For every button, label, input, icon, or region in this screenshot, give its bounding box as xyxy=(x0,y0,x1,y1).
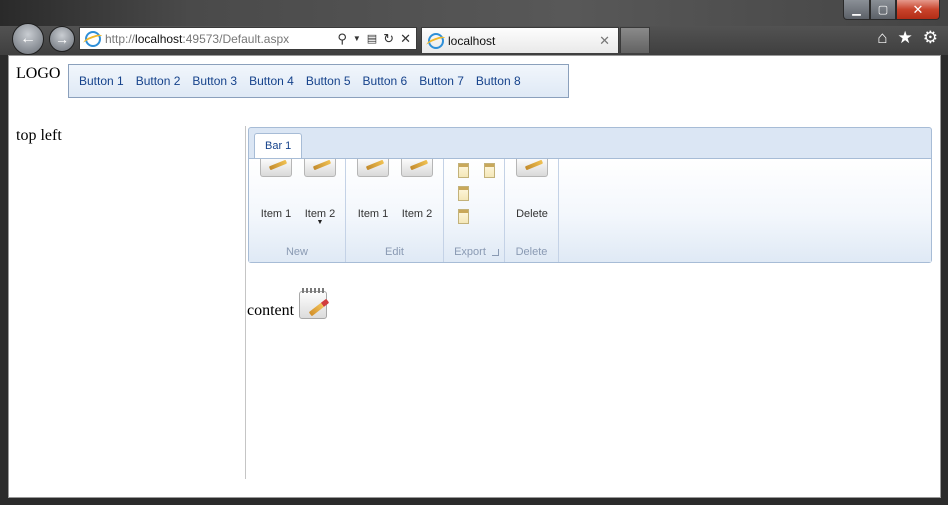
group-label-edit: Edit xyxy=(385,246,404,258)
ribbon-group-new: Item 1 Item 2 ▼ New xyxy=(249,159,346,262)
ribbon: Bar 1 Item 1 Item 2 ▼ New Item 1 Item 2 … xyxy=(248,127,932,263)
title-bar xyxy=(0,0,948,26)
group-label-delete: Delete xyxy=(515,246,548,258)
notepad-icon xyxy=(516,159,548,177)
back-arrow-icon: ← xyxy=(20,30,36,47)
back-button[interactable]: ← xyxy=(12,23,44,55)
forward-arrow-icon: → xyxy=(55,31,69,47)
browser-tab[interactable]: localhost ✕ xyxy=(421,27,619,53)
tab-close-icon[interactable]: ✕ xyxy=(599,33,618,49)
delete-button[interactable]: Delete xyxy=(510,159,554,220)
address-bar-buttons: ⚲ ▼ ▤ ↻ ✕ xyxy=(337,31,416,47)
content-area: content xyxy=(247,288,330,320)
browser-chrome: ▁ ▢ ✕ ← → http://localhost:49573/Default… xyxy=(0,0,948,55)
stop-icon[interactable]: ✕ xyxy=(400,31,411,47)
content-text: content xyxy=(247,302,295,319)
ribbon-tab-row: Bar 1 xyxy=(249,128,931,159)
notepad-icon xyxy=(304,159,336,177)
notepad-icon xyxy=(401,159,433,177)
export-small-icon-2[interactable] xyxy=(484,163,495,178)
maximize-button[interactable]: ▢ xyxy=(870,0,896,20)
tab-title: localhost xyxy=(448,33,496,48)
page-viewport: LOGO Button 1 Button 2 Button 3 Button 4… xyxy=(8,55,941,498)
button-label: Item 1 xyxy=(260,208,292,220)
url-rest: :49573/Default.aspx xyxy=(182,31,290,46)
notepad-pencil-icon xyxy=(298,288,330,320)
dropdown-arrow-icon: ▼ xyxy=(316,219,324,226)
new-tab-button[interactable] xyxy=(620,27,650,53)
notepad-icon xyxy=(260,159,292,177)
dialog-launcher-icon[interactable] xyxy=(492,249,499,256)
menu-button-4[interactable]: Button 4 xyxy=(243,70,300,92)
close-window-button[interactable]: ✕ xyxy=(896,0,940,20)
search-icon[interactable]: ⚲ xyxy=(337,31,347,47)
minimize-button[interactable]: ▁ xyxy=(843,0,870,20)
menu-button-2[interactable]: Button 2 xyxy=(130,70,187,92)
refresh-icon[interactable]: ↻ xyxy=(383,31,394,47)
top-left-pane-text: top left xyxy=(16,127,62,144)
compatibility-view-icon[interactable]: ▤ xyxy=(367,32,377,45)
ribbon-group-edit: Item 1 Item 2 Edit xyxy=(346,159,444,262)
new-item-2-dropdown-button[interactable]: Item 2 ▼ xyxy=(298,159,342,226)
dropdown-arrow-icon[interactable]: ▼ xyxy=(353,34,361,43)
star-icon[interactable]: ★ xyxy=(898,28,913,48)
url-scheme: http:// xyxy=(105,31,136,46)
menu-button-6[interactable]: Button 6 xyxy=(357,70,414,92)
ribbon-body: Item 1 Item 2 ▼ New Item 1 Item 2 Edit E… xyxy=(249,158,931,262)
ribbon-group-delete: Delete Delete xyxy=(505,159,559,262)
home-icon[interactable]: ⌂ xyxy=(877,28,887,48)
logo: LOGO xyxy=(16,65,61,82)
export-small-icon-3[interactable] xyxy=(458,186,469,201)
button-label: Item 2 xyxy=(401,208,433,220)
ribbon-group-export: Export xyxy=(444,159,505,262)
window-controls: ▁ ▢ ✕ xyxy=(843,0,940,20)
new-item-1-button[interactable]: Item 1 xyxy=(254,159,298,220)
edit-item-1-button[interactable]: Item 1 xyxy=(351,159,395,220)
button-label: Item 1 xyxy=(357,208,389,220)
menu-button-3[interactable]: Button 3 xyxy=(186,70,243,92)
notepad-icon xyxy=(357,159,389,177)
export-small-icon-4[interactable] xyxy=(458,209,469,224)
gear-icon[interactable]: ⚙ xyxy=(923,28,938,48)
forward-button[interactable]: → xyxy=(49,26,75,52)
window-bottom-frame xyxy=(0,498,948,505)
group-label-new: New xyxy=(285,246,308,258)
pane-splitter[interactable] xyxy=(245,126,246,479)
address-bar[interactable]: http://localhost:49573/Default.aspx ⚲ ▼ … xyxy=(79,27,417,50)
button-label: Delete xyxy=(516,208,548,220)
ie-favicon-icon xyxy=(85,30,101,47)
menu-button-5[interactable]: Button 5 xyxy=(300,70,357,92)
menu-button-8[interactable]: Button 8 xyxy=(470,70,527,92)
ribbon-tab-bar-1[interactable]: Bar 1 xyxy=(254,133,303,159)
browser-tools: ⌂ ★ ⚙ xyxy=(877,28,938,48)
menu-button-7[interactable]: Button 7 xyxy=(413,70,470,92)
top-menu: Button 1 Button 2 Button 3 Button 4 Butt… xyxy=(68,64,569,98)
menu-button-1[interactable]: Button 1 xyxy=(73,70,130,92)
url-text[interactable]: http://localhost:49573/Default.aspx xyxy=(105,32,337,46)
export-small-icon-1[interactable] xyxy=(458,163,469,178)
tab-favicon-icon xyxy=(428,32,444,49)
url-host: localhost xyxy=(135,31,183,46)
edit-item-2-button[interactable]: Item 2 xyxy=(395,159,439,220)
